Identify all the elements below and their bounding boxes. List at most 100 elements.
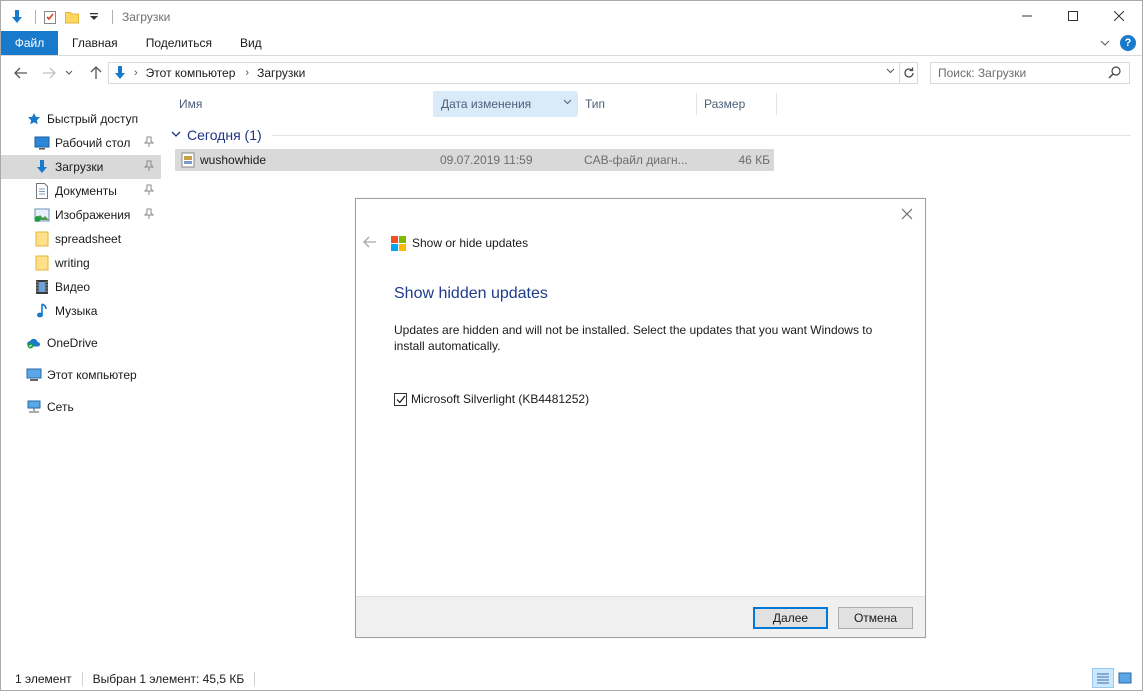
file-type: CAB-файл диагн...: [584, 153, 688, 167]
quick-access-toolbar: Загрузки: [1, 1, 170, 32]
cab-file-icon: [180, 152, 196, 171]
navigation-pane: Быстрый доступ Рабочий стол Загрузки Док…: [1, 97, 161, 662]
column-headers: Имя Дата изменения Тип Размер: [171, 91, 1131, 117]
downloads-location-icon: [112, 65, 128, 81]
tab-share[interactable]: Поделиться: [132, 31, 226, 55]
column-divider[interactable]: [776, 93, 777, 115]
help-icon[interactable]: ?: [1120, 35, 1136, 51]
dialog-app-title: Show or hide updates: [412, 236, 529, 250]
toolbar-separator: [35, 9, 36, 24]
sidebar-item-music[interactable]: Музыка: [1, 299, 161, 323]
properties-icon[interactable]: [41, 8, 59, 26]
minimize-button[interactable]: [1004, 1, 1050, 31]
file-size: 46 КБ: [738, 153, 770, 167]
up-button[interactable]: [83, 62, 109, 84]
column-dropdown-icon[interactable]: [563, 97, 572, 108]
refresh-button[interactable]: [900, 62, 918, 84]
sidebar-item-quick-access[interactable]: Быстрый доступ: [1, 107, 161, 131]
maximize-button[interactable]: [1050, 1, 1096, 31]
expand-ribbon-chevron-icon[interactable]: [1100, 36, 1110, 50]
sidebar-item-writing[interactable]: writing: [1, 251, 161, 275]
sidebar-item-spreadsheet[interactable]: spreadsheet: [1, 227, 161, 251]
file-row[interactable]: wushowhide 09.07.2019 11:59 CAB-файл диа…: [175, 149, 774, 171]
sidebar-item-label: Изображения: [55, 208, 131, 222]
tab-view[interactable]: Вид: [226, 31, 276, 55]
tab-home[interactable]: Главная: [58, 31, 132, 55]
group-title: Сегодня (1): [187, 127, 262, 143]
column-header-type[interactable]: Тип: [577, 91, 696, 117]
breadcrumb-separator-icon[interactable]: ›: [134, 67, 138, 79]
dialog-footer: Далее Отмена: [356, 596, 925, 637]
pin-icon[interactable]: [143, 160, 155, 174]
sidebar-item-label: Быстрый доступ: [47, 112, 139, 126]
new-folder-icon[interactable]: [63, 8, 81, 26]
dialog-back-button[interactable]: [363, 235, 377, 252]
back-button[interactable]: [8, 62, 34, 84]
sidebar-item-label: Документы: [55, 184, 117, 198]
next-button[interactable]: Далее: [753, 607, 828, 629]
breadcrumb-separator-icon[interactable]: ›: [245, 67, 249, 79]
sidebar-item-label: writing: [55, 256, 90, 270]
column-header-date-label: Дата изменения: [441, 97, 532, 111]
star-icon: [26, 111, 42, 127]
documents-icon: [34, 183, 50, 199]
video-icon: [34, 279, 50, 295]
desktop-icon: [34, 135, 50, 151]
sidebar-item-this-pc[interactable]: Этот компьютер: [1, 363, 161, 387]
sidebar-item-label: spreadsheet: [55, 232, 122, 246]
sidebar-item-documents[interactable]: Документы: [1, 179, 161, 203]
status-separator: [81, 672, 83, 686]
downloads-arrow-icon: [8, 8, 26, 26]
sidebar-item-videos[interactable]: Видео: [1, 275, 161, 299]
column-header-name[interactable]: Имя: [171, 91, 433, 117]
update-checkbox-row[interactable]: Microsoft Silverlight (KB4481252): [394, 392, 589, 406]
sidebar-item-onedrive[interactable]: OneDrive: [1, 331, 161, 355]
sidebar-item-label: Музыка: [55, 304, 98, 318]
computer-icon: [26, 367, 42, 383]
sidebar-item-label: Загрузки: [55, 160, 104, 174]
dialog-heading: Show hidden updates: [394, 285, 548, 302]
sidebar-item-label: Рабочий стол: [55, 136, 131, 150]
close-button[interactable]: [1096, 1, 1142, 31]
group-divider: [271, 134, 1131, 136]
address-bar[interactable]: › Этот компьютер › Загрузки: [108, 62, 900, 84]
sidebar-item-downloads[interactable]: Загрузки: [1, 155, 161, 179]
column-header-date[interactable]: Дата изменения: [433, 91, 577, 117]
sidebar-item-label: OneDrive: [47, 336, 98, 350]
large-icons-view-button[interactable]: [1114, 668, 1136, 688]
status-separator: [254, 672, 256, 686]
search-input[interactable]: Поиск: Загрузки: [930, 62, 1130, 84]
column-header-size[interactable]: Размер: [696, 91, 776, 117]
ribbon-right-controls: ?: [1100, 35, 1136, 51]
breadcrumb-downloads[interactable]: Загрузки: [257, 66, 305, 80]
update-checkbox[interactable]: [394, 392, 407, 406]
details-view-button[interactable]: [1092, 668, 1114, 688]
file-name: wushowhide: [200, 153, 267, 167]
sidebar-item-pictures[interactable]: Изображения: [1, 203, 161, 227]
folder-icon: [34, 231, 50, 247]
onedrive-cloud-icon: [26, 335, 42, 351]
pin-icon[interactable]: [143, 208, 155, 222]
breadcrumb-this-pc[interactable]: Этот компьютер: [146, 66, 236, 80]
folder-icon: [34, 255, 50, 271]
window-controls: [1004, 1, 1142, 31]
customize-toolbar-dropdown-icon[interactable]: [85, 8, 103, 26]
sidebar-item-network[interactable]: Сеть: [1, 395, 161, 419]
cancel-button[interactable]: Отмена: [838, 607, 913, 629]
pin-icon[interactable]: [143, 136, 155, 150]
dialog-description: Updates are hidden and will not be insta…: [394, 323, 873, 353]
recent-locations-chevron-icon[interactable]: [61, 62, 77, 84]
address-dropdown-icon[interactable]: [886, 66, 895, 77]
downloads-icon: [34, 159, 50, 175]
toolbar-separator: [112, 9, 113, 24]
file-date: 09.07.2019 11:59: [440, 153, 533, 167]
windows-logo-icon: [391, 235, 406, 251]
pin-icon[interactable]: [143, 184, 155, 198]
window-title: Загрузки: [122, 9, 171, 24]
collapse-group-chevron-icon[interactable]: [171, 129, 181, 141]
tab-file[interactable]: Файл: [1, 31, 58, 55]
sidebar-item-desktop[interactable]: Рабочий стол: [1, 131, 161, 155]
forward-button[interactable]: [36, 62, 62, 84]
group-header-today[interactable]: Сегодня (1): [171, 125, 1131, 145]
dialog-close-button[interactable]: [898, 205, 916, 223]
